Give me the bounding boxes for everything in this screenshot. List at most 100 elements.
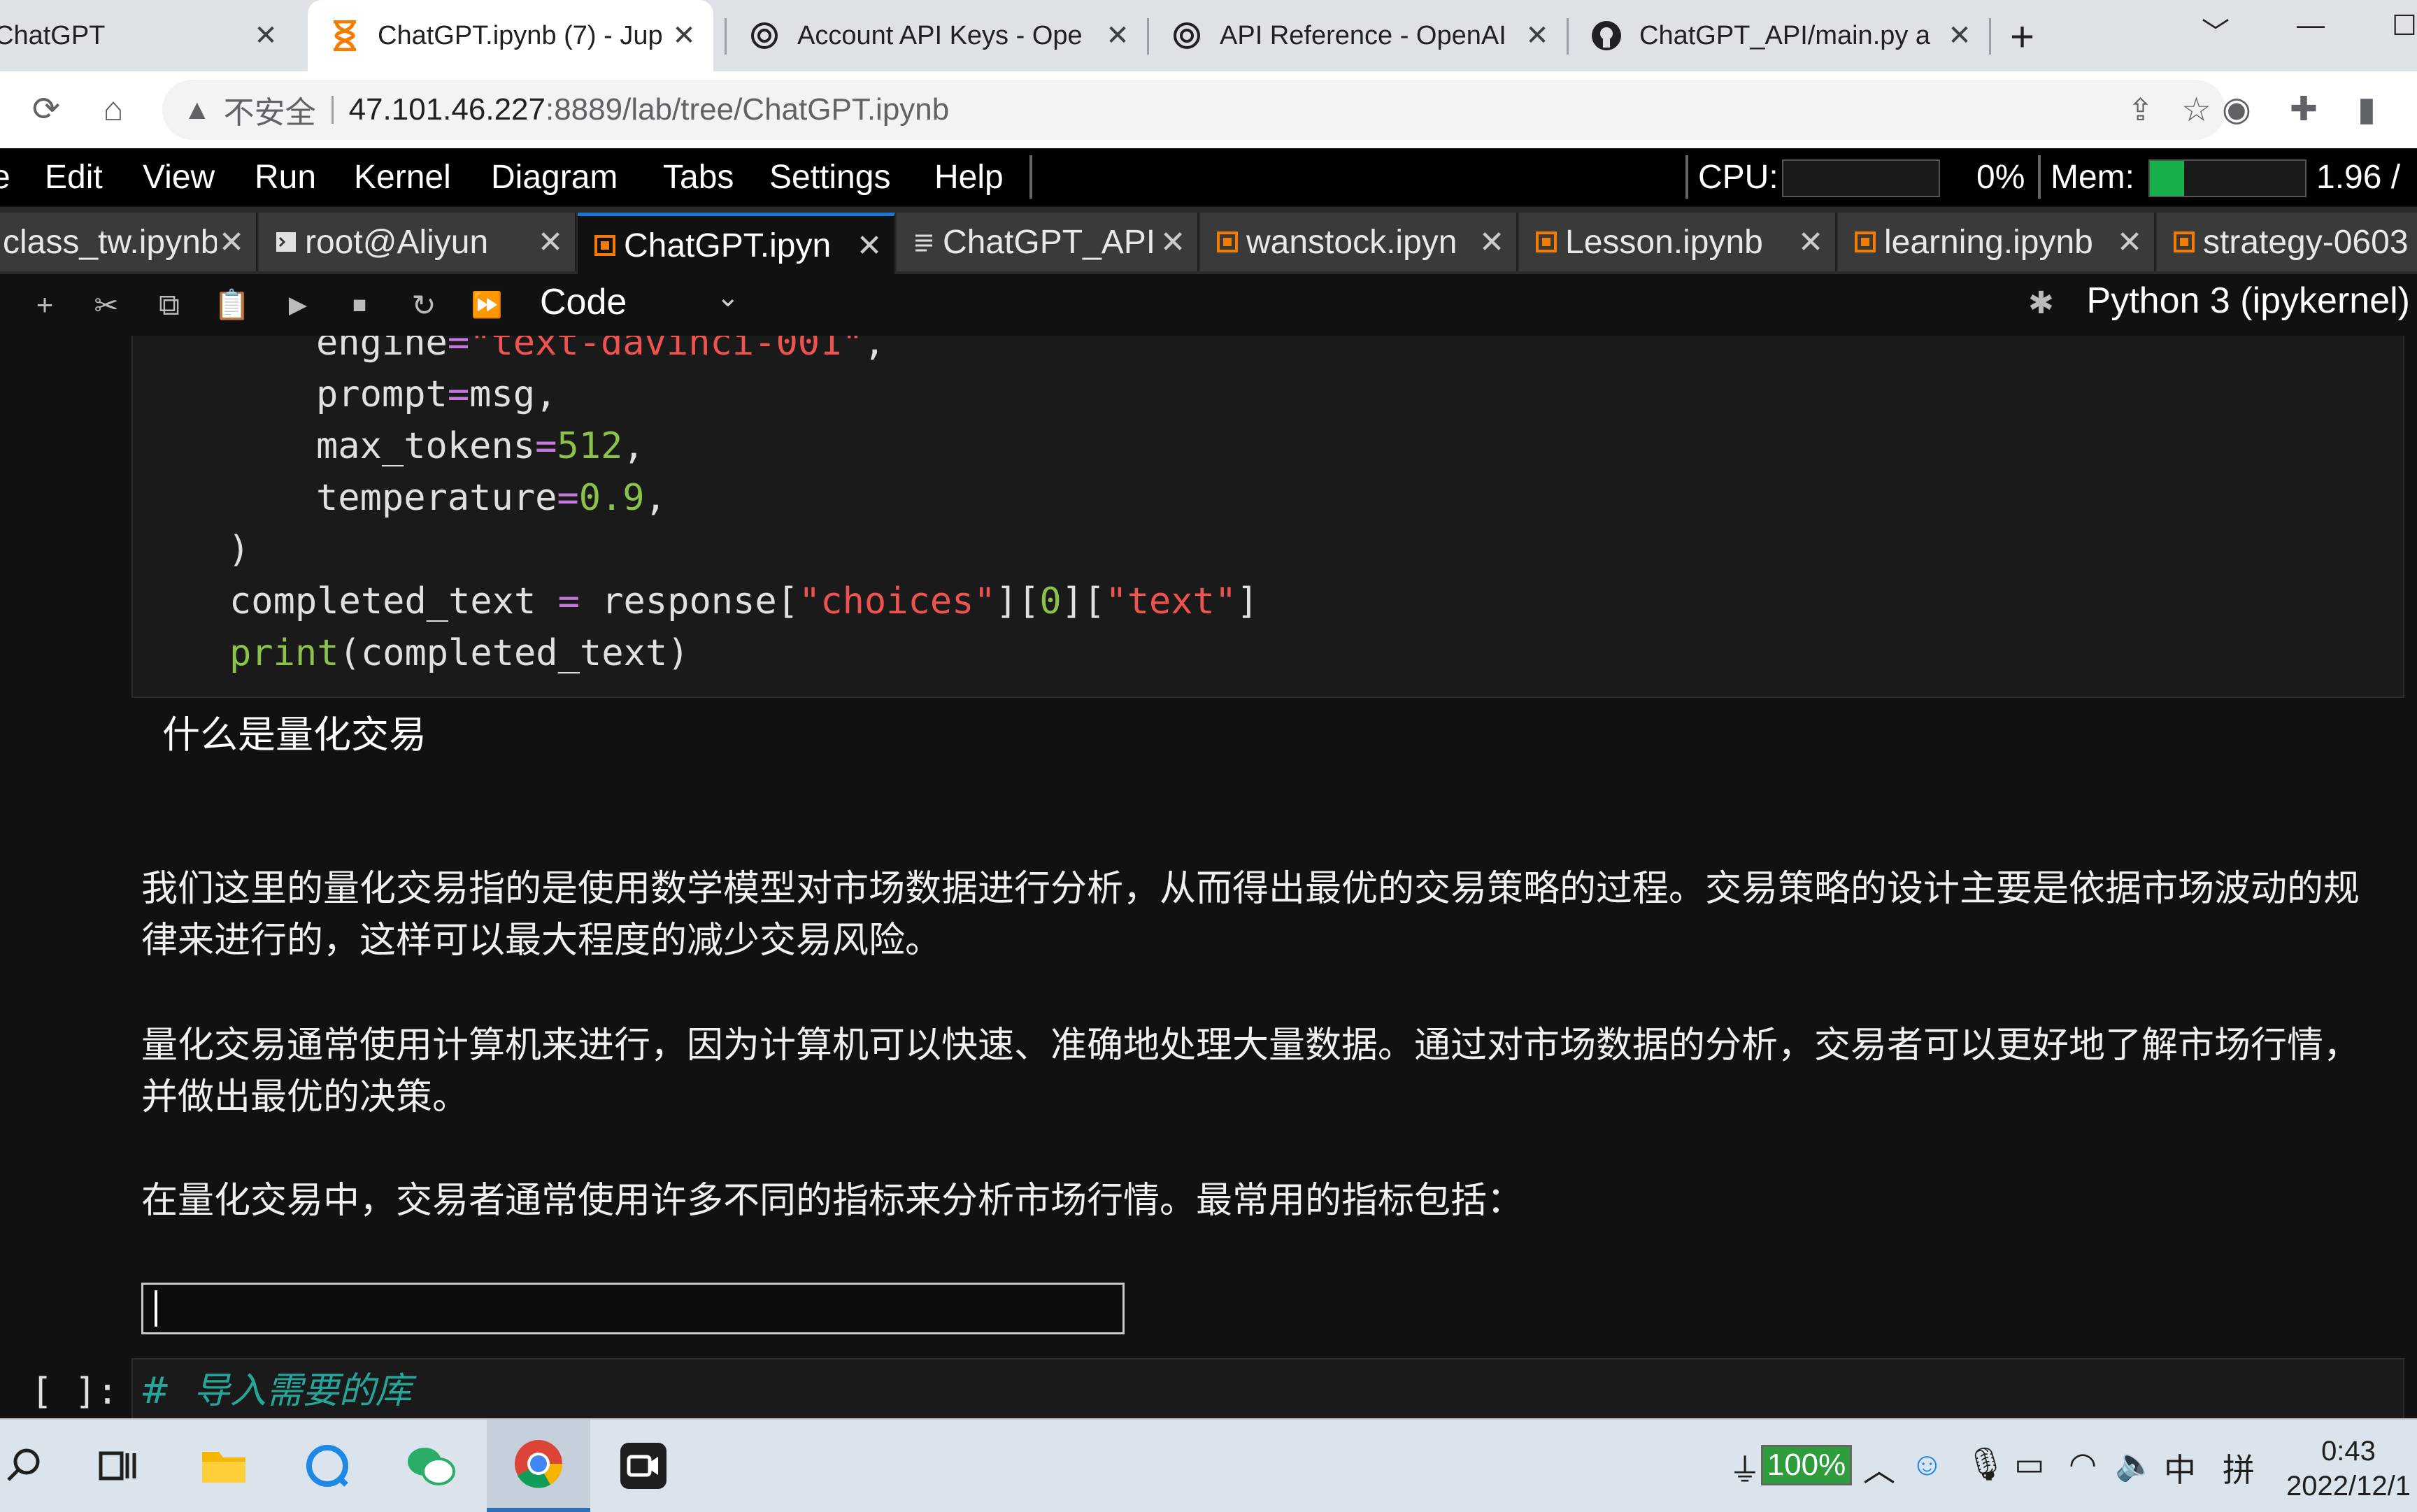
close-icon[interactable]: ✕ xyxy=(1944,20,1975,52)
menu-settings[interactable]: Settings xyxy=(769,158,890,197)
openai-icon xyxy=(1171,20,1203,52)
kernel-name[interactable]: Python 3 (ipykernel) xyxy=(2087,280,2410,322)
jupyter-menubar: e Edit View Run Kernel Diagram Tabs Sett… xyxy=(0,148,2417,206)
nb-tab-chatgpt-api[interactable]: ChatGPT_API. ✕ xyxy=(897,213,1199,271)
nb-tab-strategy[interactable]: strategy-0603 xyxy=(2157,213,2417,271)
browser-tab-github[interactable]: ChatGPT_API/main.py a ✕ xyxy=(1569,0,1989,71)
cell-type-select[interactable]: Code xyxy=(540,281,627,323)
mem-meter-fill xyxy=(2150,161,2184,196)
wechat-icon[interactable] xyxy=(379,1420,483,1512)
notebook-icon xyxy=(1217,231,1238,252)
stdin-input[interactable] xyxy=(141,1283,1125,1334)
bookmark-star-icon[interactable]: ☆ xyxy=(2181,90,2211,129)
code-cell[interactable]: # 导入需要的库 xyxy=(131,1358,2404,1418)
mem-value: 1.96 / xyxy=(2316,159,2401,196)
home-icon[interactable]: ⌂ xyxy=(91,87,136,131)
close-icon[interactable]: ✕ xyxy=(1796,224,1825,260)
code-line: temperature=0.9, xyxy=(316,477,666,519)
app-tray-icon[interactable]: ☺ xyxy=(1911,1445,1944,1483)
ime-language[interactable]: 中 xyxy=(2164,1445,2196,1491)
tab-title: ChatGPT_API/main.py a xyxy=(1639,20,1931,50)
new-tab-button[interactable]: + xyxy=(2010,13,2034,61)
close-icon[interactable]: ✕ xyxy=(669,20,699,52)
copy-icon[interactable]: ⧉ xyxy=(148,284,190,326)
video-recorder-icon[interactable] xyxy=(592,1420,695,1512)
battery-icon[interactable]: ▭ xyxy=(2014,1445,2044,1483)
browser-tab-api-reference[interactable]: API Reference - OpenAI ✕ xyxy=(1150,0,1567,71)
restart-run-all-icon[interactable]: ⏩ xyxy=(466,284,508,326)
close-icon[interactable]: ✕ xyxy=(1477,224,1506,260)
cpu-meter xyxy=(1782,159,1940,197)
nb-tab-class-tw[interactable]: class_tw.ipynb ✕ xyxy=(0,213,257,271)
menu-help[interactable]: Help xyxy=(934,158,1004,197)
tab-search-chevron-icon[interactable]: ﹀ xyxy=(2202,10,2230,50)
menu-diagram[interactable]: Diagram xyxy=(491,158,618,197)
code-cell[interactable]: engine="text-davinci-001", prompt=msg, m… xyxy=(131,336,2404,698)
stop-icon[interactable]: ■ xyxy=(338,284,380,326)
close-icon[interactable]: ✕ xyxy=(1522,20,1553,52)
chevron-up-icon[interactable]: ︿ xyxy=(1863,1445,1895,1491)
battery-indicator[interactable]: 100% xyxy=(1761,1445,1852,1485)
wifi-icon[interactable]: ◠ xyxy=(2069,1445,2097,1483)
close-icon[interactable]: ✕ xyxy=(250,20,281,52)
file-explorer-icon[interactable] xyxy=(172,1420,276,1512)
address-input[interactable]: ▲ 不安全 47.101.46.227 :8889/lab/tree/ChatG… xyxy=(162,80,2225,140)
search-icon[interactable] xyxy=(0,1420,76,1512)
tab-separator xyxy=(725,18,727,55)
clock[interactable]: 0:43 2022/12/1 xyxy=(2280,1434,2417,1504)
add-cell-icon[interactable]: + xyxy=(24,284,66,326)
browser-tab-jupyter[interactable]: ChatGPT.ipynb (7) - Jup ✕ xyxy=(308,0,713,71)
cut-icon[interactable]: ✂ xyxy=(85,284,127,326)
nb-tab-title: learning.ipynb xyxy=(1884,223,2093,261)
close-icon[interactable]: ✕ xyxy=(2115,224,2144,260)
output-paragraph: 在量化交易中，交易者通常使用许多不同的指标来分析市场行情。最常用的指标包括： xyxy=(141,1180,1524,1222)
meter-separator xyxy=(1685,155,1688,199)
reload-icon[interactable]: ⟳ xyxy=(24,87,69,131)
browser-tab-api-keys[interactable]: Account API Keys - Ope ✕ xyxy=(727,0,1147,71)
ime-mode[interactable]: 拼 xyxy=(2223,1445,2255,1491)
menu-run[interactable]: Run xyxy=(255,158,316,197)
code-line: completed_text = response["choices"][0][… xyxy=(229,580,1259,622)
debugger-bug-icon[interactable]: ✱ xyxy=(2028,285,2054,321)
extensions-puzzle-icon[interactable]: ✚ xyxy=(2281,87,2326,131)
extension-icon-1[interactable]: ◉ xyxy=(2214,87,2259,131)
tab-separator xyxy=(1989,18,1991,55)
nb-tab-wanstock[interactable]: wanstock.ipyn ✕ xyxy=(1200,213,1518,271)
menu-kernel[interactable]: Kernel xyxy=(354,158,451,197)
task-view-icon[interactable] xyxy=(66,1420,169,1512)
close-icon[interactable]: ✕ xyxy=(855,228,884,264)
nb-tab-chatgpt[interactable]: ChatGPT.ipyn ✕ xyxy=(578,213,895,275)
close-icon[interactable]: ✕ xyxy=(217,224,246,260)
maximize-icon[interactable]: ☐ xyxy=(2392,10,2417,42)
nb-tab-learning[interactable]: learning.ipynb ✕ xyxy=(1838,213,2155,271)
url-path: :8889/lab/tree/ChatGPT.ipynb xyxy=(545,92,950,127)
share-icon[interactable]: ⇪ xyxy=(2127,92,2153,128)
menu-tabs[interactable]: Tabs xyxy=(663,158,734,197)
minimize-icon[interactable]: — xyxy=(2297,10,2325,41)
browser-tab-chatgpt[interactable]: ChatGPT ✕ xyxy=(0,0,295,71)
chevron-down-icon[interactable]: ⌄ xyxy=(716,281,740,313)
tab-title: ChatGPT xyxy=(0,20,106,50)
menu-edit[interactable]: Edit xyxy=(45,158,103,197)
tab-separator xyxy=(1147,18,1149,55)
notebook-icon xyxy=(1855,231,1876,252)
nb-tab-terminal[interactable]: root@Aliyun ✕ xyxy=(259,213,576,271)
tab-separator xyxy=(1567,18,1569,55)
close-icon[interactable]: ✕ xyxy=(1158,224,1188,260)
cell-prompt: [ ]: xyxy=(31,1371,119,1413)
menu-view[interactable]: View xyxy=(143,158,215,197)
chrome-icon[interactable] xyxy=(487,1420,590,1512)
microphone-icon[interactable]: 🎙 xyxy=(1965,1445,2006,1483)
run-icon[interactable]: ▶ xyxy=(277,284,319,326)
volume-icon[interactable]: 🔈 xyxy=(2115,1445,2155,1483)
output-paragraph: 我们这里的量化交易指的是使用数学模型对市场数据进行分析，从而得出最优的交易策略的… xyxy=(141,868,2360,962)
close-icon[interactable]: ✕ xyxy=(1102,20,1133,52)
menu-file-fragment[interactable]: e xyxy=(0,158,10,197)
close-icon[interactable]: ✕ xyxy=(536,224,565,260)
restart-icon[interactable]: ↻ xyxy=(403,284,445,326)
qq-icon[interactable] xyxy=(276,1420,379,1512)
side-panel-icon[interactable]: ▮ xyxy=(2344,87,2389,131)
clock-time: 0:43 xyxy=(2321,1436,2376,1467)
paste-icon[interactable]: 📋 xyxy=(211,284,253,326)
nb-tab-lesson[interactable]: Lesson.ipynb ✕ xyxy=(1519,213,1837,271)
